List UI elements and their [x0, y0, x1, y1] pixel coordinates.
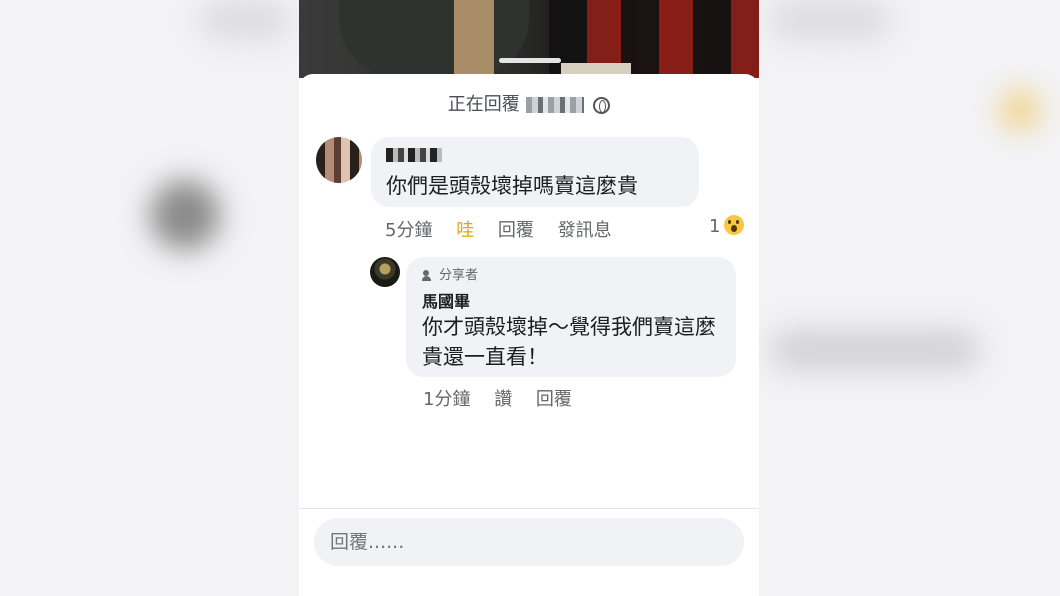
- comment-bubble[interactable]: 你們是頭殼壞掉嗎賣這麼貴: [371, 137, 699, 207]
- reply-reply-button[interactable]: 回覆: [536, 389, 572, 410]
- reaction-button[interactable]: 哇: [456, 220, 474, 241]
- sheet-drag-handle[interactable]: [499, 58, 561, 63]
- blurred-background-shape: [770, 0, 890, 40]
- author-person-icon: [422, 270, 436, 281]
- author-badge-label: 分享者: [439, 268, 479, 283]
- video-person: [339, 0, 529, 78]
- video-preview[interactable]: [299, 0, 759, 78]
- reply-bubble[interactable]: 分享者 馬國畢 你才頭殼壞掉～覺得我們賣這麼貴還一直看！: [406, 257, 736, 377]
- reply-sheet: 正在回覆 你們是頭殼壞掉嗎賣這麼貴 5分鐘 哇 回覆 發訊息 1 分享者 馬國畢…: [299, 58, 759, 596]
- avatar[interactable]: [316, 137, 362, 183]
- reply-input[interactable]: [314, 518, 744, 566]
- reply-author-name[interactable]: 馬國畢: [422, 288, 470, 312]
- reply-time: 1分鐘: [423, 389, 471, 410]
- comment-time: 5分鐘: [385, 220, 433, 241]
- composer-divider: [299, 508, 759, 509]
- globe-icon: [593, 96, 611, 114]
- wow-emoji-icon[interactable]: [724, 215, 744, 235]
- replying-to-header: 正在回覆: [299, 90, 759, 116]
- blurred-background-shape: [770, 330, 980, 370]
- reply-text: 你才頭殼壞掉～覺得我們賣這麼貴還一直看！: [422, 315, 716, 369]
- blurred-background-shape: [200, 0, 290, 40]
- reaction-count[interactable]: 1: [709, 216, 720, 237]
- like-button[interactable]: 讚: [494, 389, 512, 410]
- video-hair: [454, 0, 494, 78]
- replying-to-label: 正在回覆: [447, 94, 520, 115]
- send-message-button[interactable]: 發訊息: [558, 220, 612, 241]
- author-badge: 分享者: [422, 264, 478, 283]
- reply-actions: 1分鐘 讚 回覆: [423, 385, 590, 411]
- phone-screen: 正在回覆 你們是頭殼壞掉嗎賣這麼貴 5分鐘 哇 回覆 發訊息 1 分享者 馬國畢…: [299, 0, 759, 596]
- reply-button[interactable]: 回覆: [498, 220, 534, 241]
- comment-actions: 5分鐘 哇 回覆 發訊息: [385, 216, 630, 242]
- blurred-background-shape: [1000, 90, 1040, 130]
- blurred-commenter-name: [386, 148, 442, 162]
- blurred-name: [525, 97, 584, 113]
- author-avatar[interactable]: [370, 257, 400, 287]
- comment-text: 你們是頭殼壞掉嗎賣這麼貴: [386, 174, 638, 198]
- blurred-background-shape: [150, 180, 220, 250]
